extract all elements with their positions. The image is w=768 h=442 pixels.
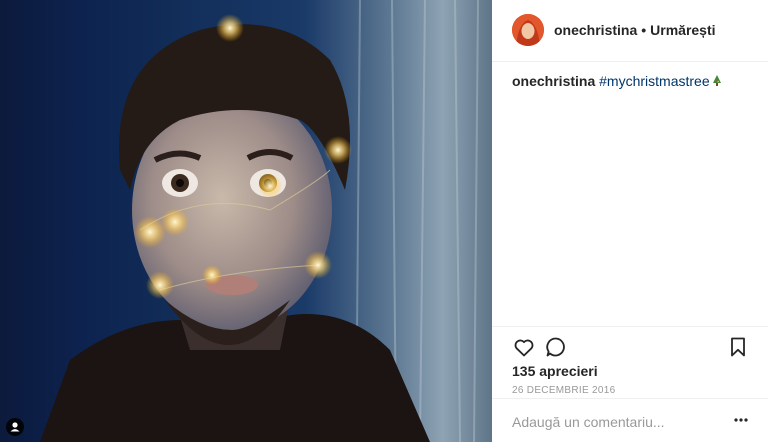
likes-count[interactable]: 135 aprecieri [512, 363, 598, 379]
instagram-post: onechristina • Urmărești onechristina #myc… [0, 0, 768, 442]
header-separator: • [641, 22, 647, 38]
post-date: 26 DECEMBRIE 2016 [512, 385, 616, 396]
avatar-image [512, 14, 544, 46]
post-details-panel: onechristina • Urmărești onechristina #myc… [492, 0, 768, 442]
tagged-people-button[interactable] [6, 418, 24, 436]
photo-illustration [40, 0, 479, 442]
header-user-row: onechristina • Urmărești [554, 22, 716, 38]
caption: onechristina #mychristmastree [512, 73, 722, 89]
save-button[interactable] [726, 335, 750, 359]
comment-input[interactable]: Adaugă un comentariu... [512, 414, 665, 430]
caption-username[interactable]: onechristina [512, 73, 595, 89]
follow-status-button[interactable]: Urmărești [650, 22, 715, 38]
header-username[interactable]: onechristina [554, 22, 637, 38]
comment-button[interactable] [544, 335, 568, 359]
user-tag-icon [10, 422, 20, 432]
post-header: onechristina • Urmărești [492, 0, 768, 62]
avatar[interactable] [512, 14, 544, 46]
post-actions: 135 aprecieri 26 DECEMBRIE 2016 [492, 326, 768, 396]
more-options-icon[interactable] [734, 413, 748, 427]
comment-bubble-icon [546, 337, 565, 357]
post-photo[interactable] [0, 0, 492, 442]
add-comment-section: Adaugă un comentariu... [492, 398, 768, 442]
caption-hashtag[interactable]: #mychristmastree [599, 73, 709, 89]
heart-icon [514, 339, 534, 357]
bookmark-icon [731, 337, 745, 357]
christmas-tree-icon [712, 75, 721, 86]
like-button[interactable] [512, 335, 536, 359]
